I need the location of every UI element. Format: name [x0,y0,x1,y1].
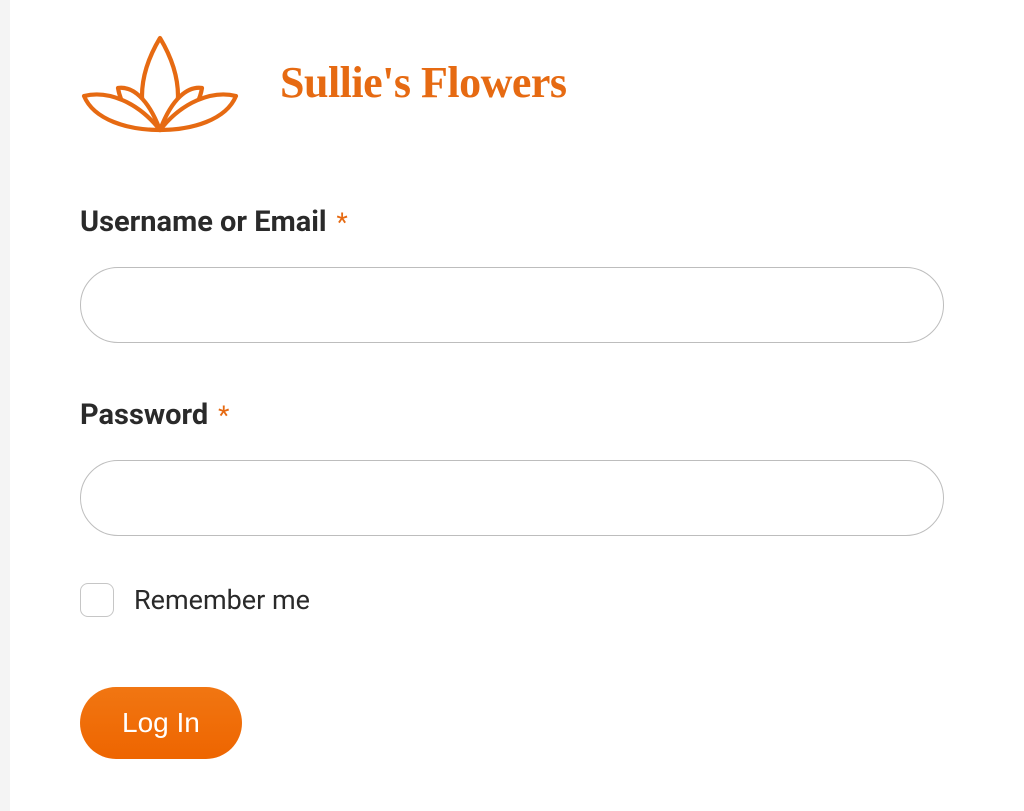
password-label-text: Password [80,398,208,432]
required-asterisk: * [337,208,348,238]
left-edge-divider [0,0,10,811]
username-label-text: Username or Email [80,205,327,239]
required-asterisk: * [218,401,229,431]
username-label: Username or Email * [80,216,348,235]
password-label: Password * [80,409,229,428]
username-input[interactable] [80,267,944,343]
brand-row: Sullie's Flowers [80,30,944,135]
remember-me-checkbox[interactable] [80,583,114,617]
brand-name: Sullie's Flowers [280,57,567,108]
remember-me-label: Remember me [134,584,310,616]
remember-me-row: Remember me [80,583,944,617]
password-input[interactable] [80,460,944,536]
password-field-group: Password * [80,398,944,536]
lotus-logo-icon [80,30,240,135]
login-form-container: Sullie's Flowers Username or Email * Pas… [0,0,1024,799]
username-field-group: Username or Email * [80,205,944,343]
login-button[interactable]: Log In [80,687,242,759]
